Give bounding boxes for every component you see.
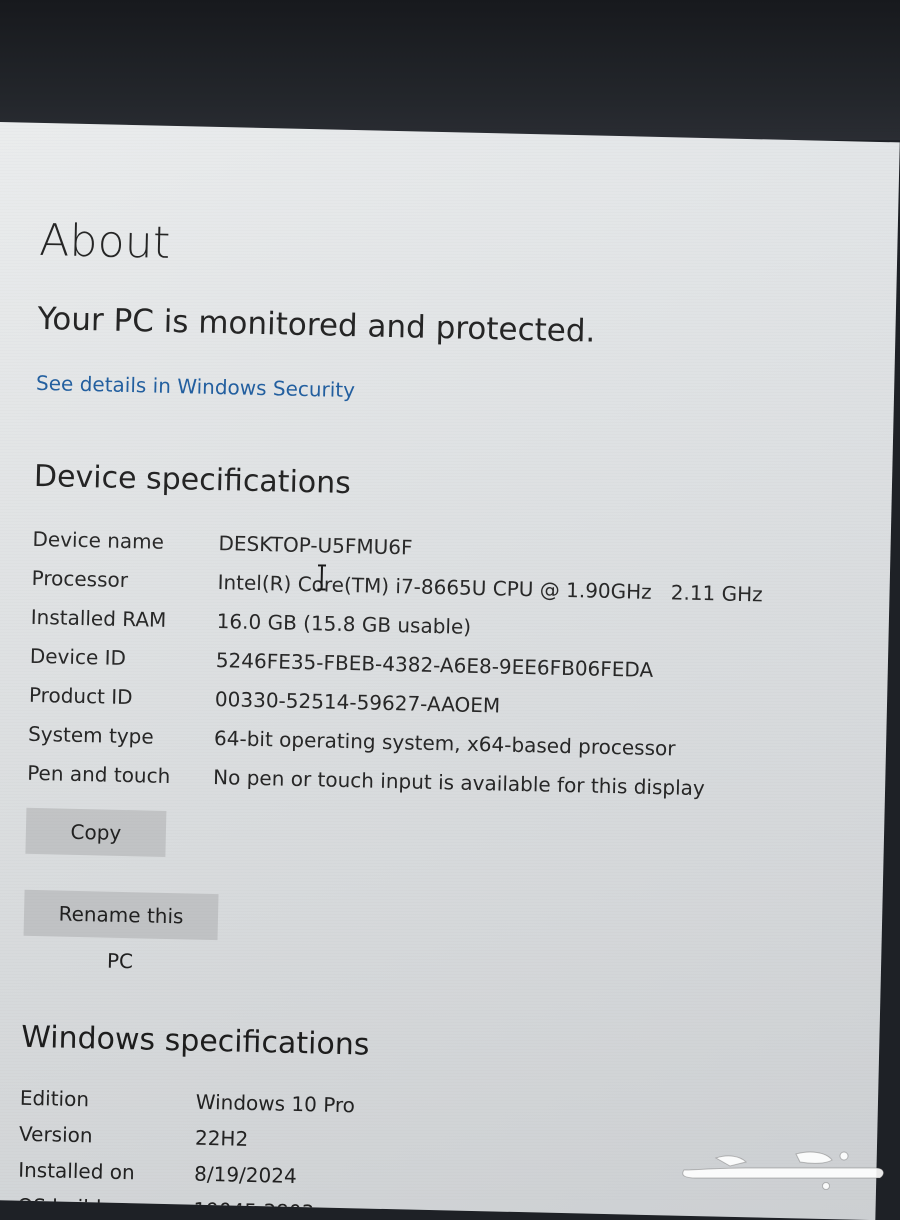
spec-label: Product ID xyxy=(28,682,133,709)
spec-label: Pen and touch xyxy=(26,760,171,788)
copy-button[interactable]: Copy xyxy=(25,807,167,857)
haraj-logo-watermark xyxy=(682,1151,884,1190)
spec-label: System type xyxy=(27,721,155,749)
spec-label: Edition xyxy=(19,1085,90,1112)
device-specifications-heading: Device specifications xyxy=(33,458,352,502)
rename-pc-button[interactable]: Rename this PC xyxy=(23,889,219,973)
windows-security-link[interactable]: See details in Windows Security xyxy=(36,369,356,404)
page-title: About xyxy=(38,214,171,269)
device-specs-table: Device name DESKTOP-U5FMU6F Processor In… xyxy=(27,519,873,811)
protection-status-text: Your PC is monitored and protected. xyxy=(37,300,596,350)
spec-label: Device name xyxy=(32,526,165,554)
text-cursor-icon xyxy=(317,564,327,591)
windows-specifications-heading: Windows specifications xyxy=(20,1019,370,1063)
spec-label: Version xyxy=(18,1121,93,1148)
spec-label: Installed RAM xyxy=(30,604,167,632)
spec-label: Processor xyxy=(31,565,129,592)
monitor-bezel xyxy=(0,0,900,140)
settings-window: About Your PC is monitored and protected… xyxy=(0,122,900,1220)
spec-label: OS build xyxy=(17,1193,102,1220)
about-page: About Your PC is monitored and protected… xyxy=(17,213,880,1220)
spec-label: Installed on xyxy=(17,1157,135,1185)
spec-label: Device ID xyxy=(29,643,127,670)
